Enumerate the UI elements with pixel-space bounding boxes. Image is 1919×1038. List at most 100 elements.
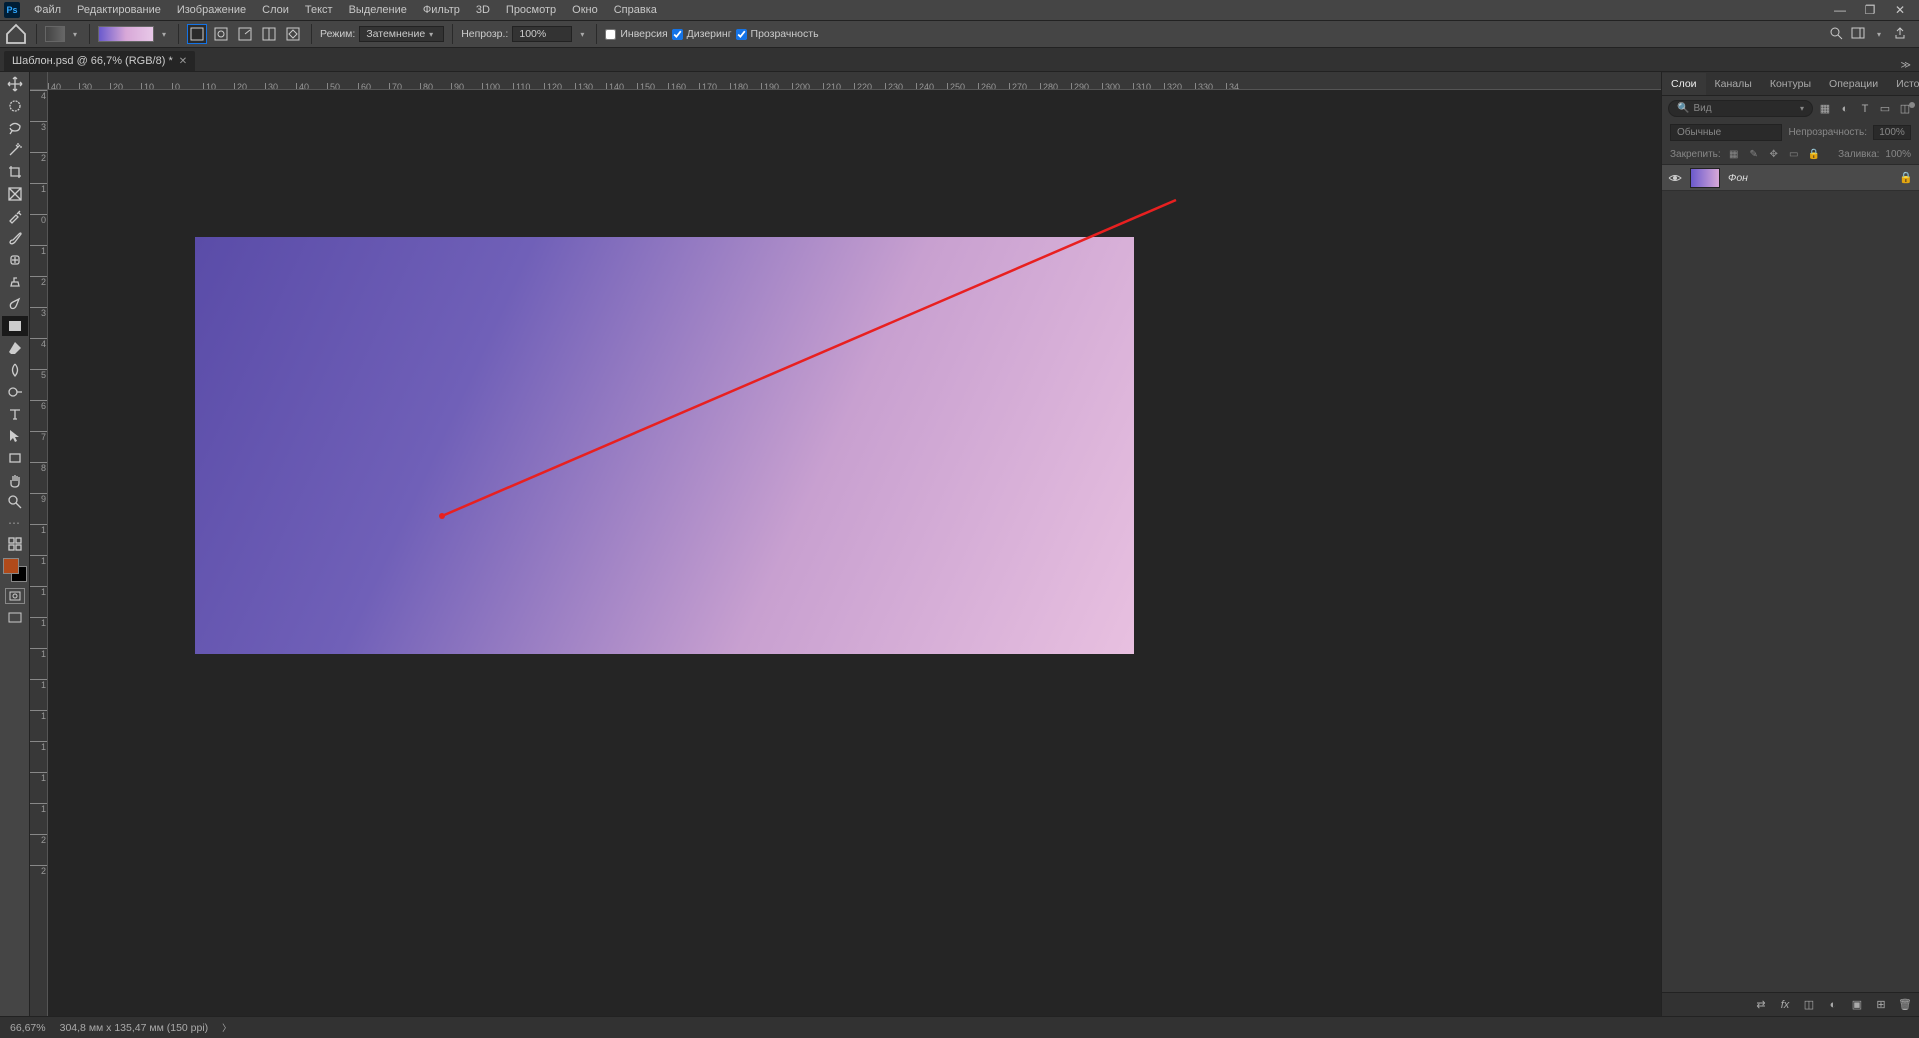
frame-tool[interactable] [2,184,28,204]
layer-fill-input[interactable]: 100% [1885,149,1911,160]
menu-file[interactable]: Файл [26,1,69,19]
new-layer-button[interactable]: ⊞ [1873,997,1889,1013]
menu-view[interactable]: Просмотр [498,1,564,19]
foreground-color[interactable] [3,558,19,574]
lasso-tool[interactable] [2,118,28,138]
crop-tool[interactable] [2,162,28,182]
hand-tool[interactable] [2,470,28,490]
reverse-checkbox[interactable] [605,29,616,40]
filter-type-icon[interactable]: T [1857,101,1873,117]
gradient-linear-button[interactable] [187,24,207,44]
lock-artboard-icon[interactable]: ▭ [1787,147,1801,161]
workspace-icon[interactable] [1851,26,1865,43]
layer-name[interactable]: Фон [1728,172,1748,184]
toolbar-more[interactable]: ⋯ [8,514,21,532]
lock-pixels-icon[interactable]: ▦ [1727,147,1741,161]
chevron-right-icon[interactable]: 〉 [222,1021,231,1034]
layer-mask-button[interactable]: ◫ [1801,997,1817,1013]
window-close-button[interactable]: ✕ [1885,0,1915,20]
layer-list: Фон 🔒 [1662,165,1919,992]
home-button[interactable] [4,24,28,44]
layer-item[interactable]: Фон 🔒 [1662,165,1919,191]
screenmode-button[interactable] [5,610,25,626]
window-restore-button[interactable]: ❐ [1855,0,1885,20]
opacity-input[interactable]: 100% [512,26,572,42]
menu-image[interactable]: Изображение [169,1,254,19]
magic-wand-tool[interactable] [2,140,28,160]
horizontal-ruler[interactable]: 4030201001020304050607080901001101201301… [48,72,1661,90]
adjustment-layer-button[interactable]: ◐ [1825,997,1841,1013]
layer-style-button[interactable]: fx [1777,997,1793,1013]
blend-mode-select[interactable]: Затемнение▾ [359,26,444,42]
transparency-checkbox[interactable] [736,29,747,40]
lock-paint-icon[interactable]: ✎ [1747,147,1761,161]
layer-search-input[interactable]: 🔍 Вид ▾ [1668,100,1813,117]
tab-actions[interactable]: Операции [1820,73,1887,95]
filter-shape-icon[interactable]: ▭ [1877,101,1893,117]
blur-tool[interactable] [2,360,28,380]
tab-overflow-button[interactable]: ≫ [1893,60,1919,71]
gradient-reflected-button[interactable] [259,24,279,44]
edit-toolbar-button[interactable] [2,534,28,554]
canvas-viewport[interactable] [48,90,1661,1016]
menu-3d[interactable]: 3D [468,1,498,19]
move-tool[interactable] [2,74,28,94]
ruler-origin[interactable] [30,72,48,90]
marquee-tool[interactable] [2,96,28,116]
menu-window[interactable]: Окно [564,1,606,19]
dither-checkbox[interactable] [672,29,683,40]
visibility-toggle[interactable] [1668,171,1682,185]
shape-tool[interactable] [2,448,28,468]
chevron-down-icon: ▾ [69,30,81,39]
gradient-diamond-button[interactable] [283,24,303,44]
gradient-tool[interactable] [2,316,28,336]
gradient-angle-button[interactable] [235,24,255,44]
menu-edit[interactable]: Редактирование [69,1,169,19]
tab-channels[interactable]: Каналы [1706,73,1761,95]
eraser-tool[interactable] [2,338,28,358]
lock-position-icon[interactable]: ✥ [1767,147,1781,161]
document-canvas[interactable] [195,237,1134,654]
lock-all-icon[interactable]: 🔒 [1807,147,1821,161]
filter-adjust-icon[interactable]: ◐ [1837,101,1853,117]
menu-layers[interactable]: Слои [254,1,297,19]
canvas-area: 4030201001020304050607080901001101201301… [30,72,1661,1016]
menu-filter[interactable]: Фильтр [415,1,468,19]
statusbar: 66,67% 304,8 мм x 135,47 мм (150 ppi) 〉 [0,1016,1919,1038]
share-icon[interactable] [1893,26,1907,43]
menu-text[interactable]: Текст [297,1,341,19]
filter-image-icon[interactable]: ▦ [1817,101,1833,117]
menu-select[interactable]: Выделение [341,1,415,19]
type-tool[interactable] [2,404,28,424]
layer-group-button[interactable]: ▣ [1849,997,1865,1013]
color-swatch[interactable] [3,558,27,582]
quickmask-button[interactable] [5,588,25,604]
gradient-radial-button[interactable] [211,24,231,44]
link-layers-button[interactable]: ⇄ [1753,997,1769,1013]
window-minimize-button[interactable]: — [1825,0,1855,20]
document-info[interactable]: 304,8 мм x 135,47 мм (150 ppi) [60,1022,209,1034]
layer-thumbnail[interactable] [1690,168,1720,188]
search-icon[interactable] [1829,26,1843,43]
tab-close-button[interactable]: ✕ [179,56,187,67]
tab-history[interactable]: История [1887,73,1919,95]
tool-preset-picker[interactable] [45,26,65,42]
dodge-tool[interactable] [2,382,28,402]
gradient-picker[interactable] [98,26,154,42]
zoom-level[interactable]: 66,67% [10,1022,46,1034]
zoom-tool[interactable] [2,492,28,512]
brush-tool[interactable] [2,228,28,248]
blend-mode-dropdown[interactable]: Обычные [1670,124,1782,141]
history-brush-tool[interactable] [2,294,28,314]
layer-opacity-input[interactable]: 100% [1873,125,1911,140]
healing-tool[interactable] [2,250,28,270]
delete-layer-button[interactable]: 🗑 [1897,997,1913,1013]
eyedropper-tool[interactable] [2,206,28,226]
menu-help[interactable]: Справка [606,1,665,19]
clone-stamp-tool[interactable] [2,272,28,292]
document-tab[interactable]: Шаблон.psd @ 66,7% (RGB/8) * ✕ [4,51,195,71]
tab-paths[interactable]: Контуры [1761,73,1820,95]
tab-layers[interactable]: Слои [1662,73,1706,95]
vertical-ruler[interactable]: 43210123456789111111111122 [30,90,48,1016]
path-select-tool[interactable] [2,426,28,446]
